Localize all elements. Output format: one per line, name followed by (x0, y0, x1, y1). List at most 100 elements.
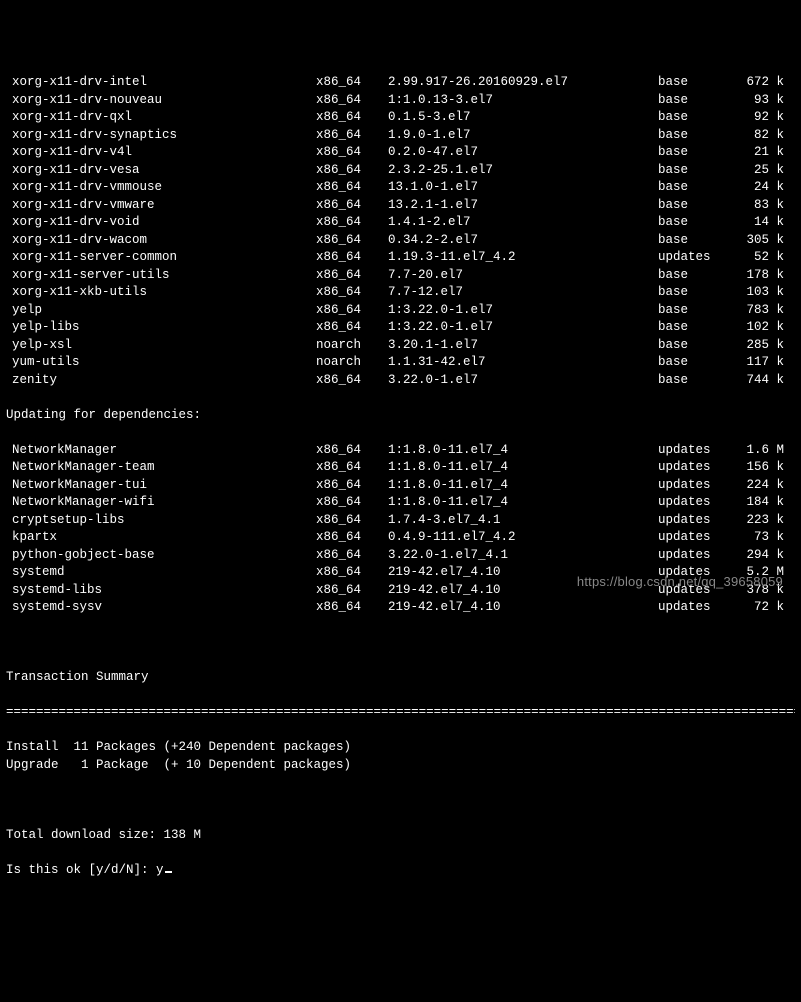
pkg-name: systemd-libs (6, 582, 316, 600)
pkg-size: 14 k (736, 214, 784, 232)
pkg-arch: x86_64 (316, 249, 388, 267)
pkg-version: 1.9.0-1.el7 (388, 127, 658, 145)
pkg-size: 83 k (736, 197, 784, 215)
pkg-arch: x86_64 (316, 162, 388, 180)
pkg-arch: x86_64 (316, 477, 388, 495)
pkg-repo: updates (658, 512, 736, 530)
pkg-version: 0.34.2-2.el7 (388, 232, 658, 250)
pkg-repo: updates (658, 459, 736, 477)
package-row: xorg-x11-drv-synapticsx86_641.9.0-1.el7b… (6, 127, 795, 145)
pkg-name: yelp (6, 302, 316, 320)
pkg-repo: updates (658, 477, 736, 495)
package-row: xorg-x11-xkb-utilsx86_647.7-12.el7base10… (6, 284, 795, 302)
pkg-repo: updates (658, 599, 736, 617)
pkg-version: 1:1.8.0-11.el7_4 (388, 442, 658, 460)
pkg-repo: base (658, 179, 736, 197)
package-row: cryptsetup-libsx86_641.7.4-3.el7_4.1upda… (6, 512, 795, 530)
pkg-size: 178 k (736, 267, 784, 285)
summary-lines: Install 11 Packages (+240 Dependent pack… (6, 739, 795, 774)
pkg-size: 305 k (736, 232, 784, 250)
pkg-version: 7.7-20.el7 (388, 267, 658, 285)
pkg-size: 82 k (736, 127, 784, 145)
pkg-arch: x86_64 (316, 232, 388, 250)
pkg-repo: base (658, 92, 736, 110)
pkg-repo: base (658, 127, 736, 145)
pkg-size: 21 k (736, 144, 784, 162)
pkg-name: NetworkManager-tui (6, 477, 316, 495)
package-row: NetworkManager-tuix86_641:1.8.0-11.el7_4… (6, 477, 795, 495)
pkg-name: xorg-x11-drv-vesa (6, 162, 316, 180)
package-row: xorg-x11-drv-wacomx86_640.34.2-2.el7base… (6, 232, 795, 250)
pkg-version: 13.1.0-1.el7 (388, 179, 658, 197)
pkg-arch: x86_64 (316, 92, 388, 110)
pkg-size: 224 k (736, 477, 784, 495)
pkg-size: 103 k (736, 284, 784, 302)
pkg-version: 0.4.9-111.el7_4.2 (388, 529, 658, 547)
pkg-name: yelp-libs (6, 319, 316, 337)
package-row: python-gobject-basex86_643.22.0-1.el7_4.… (6, 547, 795, 565)
pkg-repo: base (658, 372, 736, 390)
pkg-arch: x86_64 (316, 547, 388, 565)
pkg-arch: x86_64 (316, 144, 388, 162)
package-row: systemd-sysvx86_64219-42.el7_4.10updates… (6, 599, 795, 617)
package-row: xorg-x11-drv-v4lx86_640.2.0-47.el7base21… (6, 144, 795, 162)
package-row: NetworkManager-teamx86_641:1.8.0-11.el7_… (6, 459, 795, 477)
pkg-repo: base (658, 302, 736, 320)
pkg-size: 744 k (736, 372, 784, 390)
deps-header: Updating for dependencies: (6, 407, 795, 425)
pkg-version: 0.2.0-47.el7 (388, 144, 658, 162)
pkg-repo: base (658, 284, 736, 302)
pkg-repo: base (658, 197, 736, 215)
pkg-repo: base (658, 162, 736, 180)
pkg-size: 25 k (736, 162, 784, 180)
pkg-name: xorg-x11-server-utils (6, 267, 316, 285)
pkg-name: xorg-x11-xkb-utils (6, 284, 316, 302)
summary-line: Install 11 Packages (+240 Dependent pack… (6, 739, 795, 757)
package-row: xorg-x11-drv-vmmousex86_6413.1.0-1.el7ba… (6, 179, 795, 197)
pkg-size: 73 k (736, 529, 784, 547)
package-row: xorg-x11-server-utilsx86_647.7-20.el7bas… (6, 267, 795, 285)
pkg-version: 1:3.22.0-1.el7 (388, 319, 658, 337)
pkg-arch: x86_64 (316, 284, 388, 302)
pkg-repo: updates (658, 249, 736, 267)
pkg-arch: x86_64 (316, 599, 388, 617)
package-row: xorg-x11-server-commonx86_641.19.3-11.el… (6, 249, 795, 267)
pkg-size: 92 k (736, 109, 784, 127)
pkg-version: 219-42.el7_4.10 (388, 599, 658, 617)
pkg-size: 93 k (736, 92, 784, 110)
pkg-name: xorg-x11-drv-void (6, 214, 316, 232)
pkg-arch: x86_64 (316, 267, 388, 285)
pkg-name: xorg-x11-drv-synaptics (6, 127, 316, 145)
pkg-name: xorg-x11-drv-intel (6, 74, 316, 92)
pkg-size: 156 k (736, 459, 784, 477)
package-row: xorg-x11-drv-vesax86_642.3.2-25.1.el7bas… (6, 162, 795, 180)
package-row: xorg-x11-drv-vmwarex86_6413.2.1-1.el7bas… (6, 197, 795, 215)
confirm-prompt-line[interactable]: Is this ok [y/d/N]: y (6, 862, 795, 880)
pkg-arch: x86_64 (316, 179, 388, 197)
package-row: yelpx86_641:3.22.0-1.el7base783 k (6, 302, 795, 320)
pkg-version: 1:1.8.0-11.el7_4 (388, 494, 658, 512)
pkg-arch: x86_64 (316, 214, 388, 232)
pkg-size: 52 k (736, 249, 784, 267)
summary-line: Upgrade 1 Package (+ 10 Dependent packag… (6, 757, 795, 775)
pkg-arch: x86_64 (316, 109, 388, 127)
package-row: xorg-x11-drv-voidx86_641.4.1-2.el7base14… (6, 214, 795, 232)
pkg-repo: base (658, 267, 736, 285)
package-row: yelp-libsx86_641:3.22.0-1.el7base102 k (6, 319, 795, 337)
package-row: yum-utilsnoarch1.1.31-42.el7base117 k (6, 354, 795, 372)
pkg-version: 0.1.5-3.el7 (388, 109, 658, 127)
pkg-name: xorg-x11-drv-qxl (6, 109, 316, 127)
pkg-version: 1:1.0.13-3.el7 (388, 92, 658, 110)
summary-header: Transaction Summary (6, 669, 795, 687)
package-row: zenityx86_643.22.0-1.el7base744 k (6, 372, 795, 390)
pkg-arch: x86_64 (316, 302, 388, 320)
pkg-size: 72 k (736, 599, 784, 617)
pkg-repo: base (658, 74, 736, 92)
package-row: kpartxx86_640.4.9-111.el7_4.2updates73 k (6, 529, 795, 547)
pkg-size: 285 k (736, 337, 784, 355)
package-row: xorg-x11-drv-nouveaux86_641:1.0.13-3.el7… (6, 92, 795, 110)
prompt-text: Is this ok [y/d/N]: (6, 863, 156, 877)
pkg-arch: x86_64 (316, 197, 388, 215)
pkg-repo: updates (658, 442, 736, 460)
pkg-size: 117 k (736, 354, 784, 372)
